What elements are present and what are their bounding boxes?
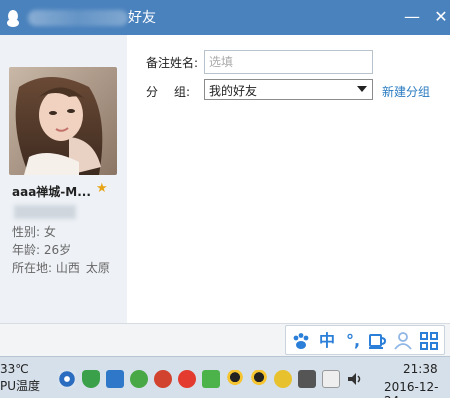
title-bar: 好友 — ✕ xyxy=(0,0,450,35)
media-player-icon[interactable] xyxy=(58,370,76,388)
user-icon[interactable] xyxy=(392,330,414,352)
clock-date[interactable]: 2016-12-24 xyxy=(384,380,450,398)
clock-time[interactable]: 21:38 xyxy=(403,362,438,376)
close-button[interactable]: ✕ xyxy=(431,7,450,27)
avatar-photo-icon xyxy=(9,67,117,175)
gender-text: 性别: 女 xyxy=(12,225,56,239)
cpu-temperature: 33℃ xyxy=(0,362,29,376)
cup-icon[interactable] xyxy=(366,330,388,352)
qq-icon[interactable] xyxy=(226,370,244,388)
security-shield-icon[interactable] xyxy=(82,370,100,388)
age-text: 年龄: 26岁 xyxy=(12,243,72,257)
remark-input[interactable] xyxy=(204,50,373,74)
wechat-icon[interactable] xyxy=(202,370,220,388)
window-title: 好友 xyxy=(128,10,156,26)
new-group-link[interactable]: 新建分组 xyxy=(382,83,430,100)
location-province: 所在地: 山西 xyxy=(12,261,80,275)
group-label-char1: 分 xyxy=(146,85,159,99)
network-icon[interactable] xyxy=(106,370,124,388)
360-icon[interactable] xyxy=(130,370,148,388)
group-select[interactable]: 我的好友 xyxy=(204,79,373,100)
action-center-icon[interactable] xyxy=(322,370,340,388)
profile-avatar[interactable] xyxy=(9,67,117,175)
blurred-title-name xyxy=(28,10,128,26)
minimize-button[interactable]: — xyxy=(402,7,422,27)
paw-icon[interactable] xyxy=(290,330,312,352)
group-label-char2: 组: xyxy=(174,85,191,99)
grid-icon[interactable] xyxy=(418,330,440,352)
volume-icon[interactable] xyxy=(346,370,364,388)
ime-toolbar: 中 °, xyxy=(285,325,445,355)
app-yellow-icon[interactable] xyxy=(274,370,292,388)
app-red-icon[interactable] xyxy=(154,370,172,388)
qq-penguin-icon xyxy=(7,10,19,27)
chevron-down-icon xyxy=(357,86,367,92)
nickname: aaa禅城-M... xyxy=(12,185,91,199)
qq-icon-2[interactable] xyxy=(250,370,268,388)
star-icon: ★ xyxy=(96,181,108,196)
group-select-value: 我的好友 xyxy=(209,84,258,98)
chinese-mode-icon[interactable]: 中 xyxy=(316,330,338,352)
punctuation-icon[interactable]: °, xyxy=(342,330,364,352)
group-label: 分 组: xyxy=(146,83,190,100)
cpu-temperature-label: PU温度 xyxy=(0,379,41,393)
display-icon[interactable] xyxy=(298,370,316,388)
netease-music-icon[interactable] xyxy=(178,370,196,388)
profile-panel: aaa禅城-M... ★ 性别: 女 年龄: 26岁 所在地: 山西 太原 xyxy=(0,35,127,323)
location-text: 所在地: 山西 太原 xyxy=(12,259,110,276)
blurred-account xyxy=(14,205,76,219)
location-city: 太原 xyxy=(85,261,110,275)
remark-label: 备注姓名: xyxy=(146,56,199,70)
